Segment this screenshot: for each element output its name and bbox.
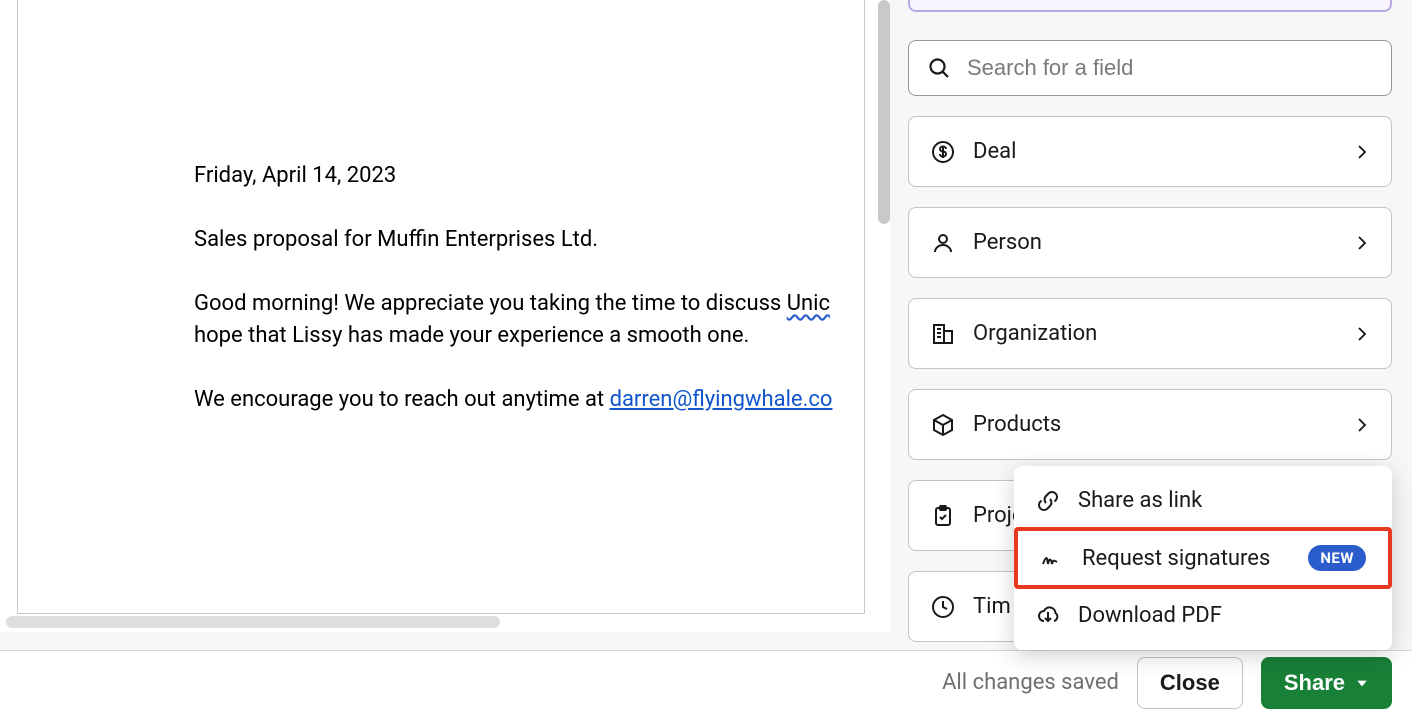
close-button[interactable]: Close: [1137, 657, 1243, 709]
email-link[interactable]: darren@flyingwhale.co: [610, 387, 833, 412]
doc-reachout: We encourage you to reach out anytime at…: [194, 384, 844, 416]
field-row-deal[interactable]: Deal: [908, 116, 1392, 187]
caret-down-icon: [1355, 676, 1369, 690]
menu-download-pdf[interactable]: Download PDF: [1014, 589, 1392, 642]
box-icon: [929, 413, 957, 437]
search-icon: [927, 56, 951, 80]
menu-share-as-link[interactable]: Share as link: [1014, 474, 1392, 527]
search-input[interactable]: [967, 55, 1373, 81]
field-label: Products: [973, 412, 1353, 437]
chevron-right-icon: [1353, 325, 1371, 343]
field-label: Person: [973, 230, 1353, 255]
field-row-products[interactable]: Products: [908, 389, 1392, 460]
doc-body: Good morning! We appreciate you taking t…: [194, 288, 844, 352]
document-content: Friday, April 14, 2023 Sales proposal fo…: [18, 0, 864, 467]
doc-subject: Sales proposal for Muffin Enterprises Lt…: [194, 224, 844, 256]
field-row-person[interactable]: Person: [908, 207, 1392, 278]
download-icon: [1036, 604, 1060, 628]
spellcheck-word[interactable]: Unic: [787, 291, 830, 316]
menu-label: Share as link: [1078, 488, 1370, 513]
save-status: All changes saved: [942, 670, 1119, 695]
vertical-scrollbar[interactable]: [878, 0, 890, 224]
search-field-box[interactable]: [908, 40, 1392, 96]
chevron-right-icon: [1353, 234, 1371, 252]
menu-label: Request signatures: [1082, 546, 1308, 571]
field-label: Deal: [973, 139, 1353, 164]
signature-icon: [1040, 546, 1064, 570]
chevron-right-icon: [1353, 143, 1371, 161]
document-area: Friday, April 14, 2023 Sales proposal fo…: [0, 0, 890, 632]
sidebar-top-panel: [908, 0, 1392, 12]
horizontal-scrollbar[interactable]: [6, 616, 500, 628]
link-icon: [1036, 489, 1060, 513]
dollar-icon: [929, 140, 957, 164]
clock-icon: [929, 595, 957, 619]
share-menu: Share as link Request signatures NEW Dow…: [1014, 466, 1392, 650]
footer-bar: All changes saved Close Share: [0, 650, 1412, 714]
menu-label: Download PDF: [1078, 603, 1370, 628]
document-page: Friday, April 14, 2023 Sales proposal fo…: [17, 0, 865, 614]
clipboard-icon: [929, 504, 957, 528]
share-button[interactable]: Share: [1261, 657, 1392, 709]
menu-request-signatures[interactable]: Request signatures NEW: [1014, 527, 1392, 589]
building-icon: [929, 322, 957, 346]
doc-date: Friday, April 14, 2023: [194, 160, 844, 192]
field-row-organization[interactable]: Organization: [908, 298, 1392, 369]
new-badge: NEW: [1308, 545, 1366, 571]
chevron-right-icon: [1353, 416, 1371, 434]
field-label: Organization: [973, 321, 1353, 346]
person-icon: [929, 231, 957, 255]
